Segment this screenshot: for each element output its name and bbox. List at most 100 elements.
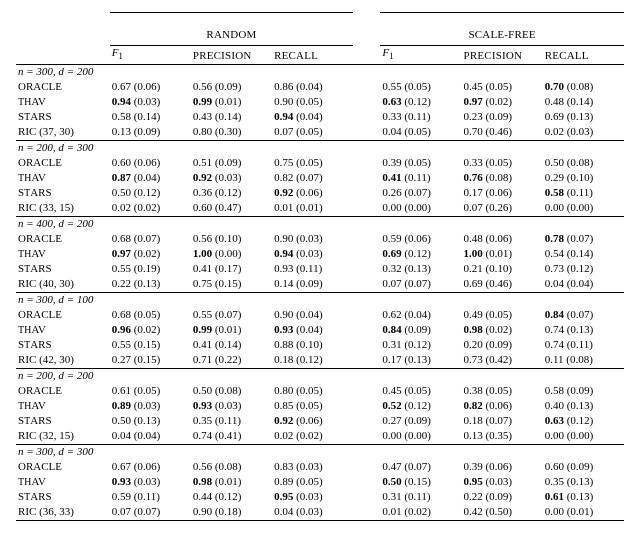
cell-value: 0.14 (0.09) bbox=[272, 277, 353, 293]
cell-value: 0.39 (0.05) bbox=[380, 156, 461, 171]
col-precision-left: PRECISION bbox=[191, 46, 272, 65]
cell-value: 1.00 (0.00) bbox=[191, 247, 272, 262]
cell-value: 0.39 (0.06) bbox=[462, 460, 543, 475]
block-title-row: n = 200, d = 300 bbox=[16, 141, 624, 157]
cell-value: 0.99 (0.01) bbox=[191, 323, 272, 338]
cell-value: 0.58 (0.11) bbox=[543, 186, 624, 201]
cell-value: 0.78 (0.07) bbox=[543, 232, 624, 247]
cell-value: 0.38 (0.05) bbox=[462, 384, 543, 399]
cell-value: 0.68 (0.05) bbox=[110, 308, 191, 323]
cell-value: 0.80 (0.30) bbox=[191, 125, 272, 141]
col-f1-right: F1 bbox=[380, 46, 461, 65]
cell-value: 0.47 (0.07) bbox=[380, 460, 461, 475]
cell-value: 0.82 (0.06) bbox=[462, 399, 543, 414]
super-header-row: RANDOM SCALE-FREE bbox=[16, 28, 624, 46]
row-label: THAV bbox=[16, 171, 110, 186]
cell-value: 0.17 (0.06) bbox=[462, 186, 543, 201]
cell-value: 0.56 (0.09) bbox=[191, 80, 272, 95]
table-row: ORACLE0.68 (0.05)0.55 (0.07)0.90 (0.04)0… bbox=[16, 308, 624, 323]
row-label: THAV bbox=[16, 247, 110, 262]
table-row: RIC (32, 15)0.04 (0.04)0.74 (0.41)0.02 (… bbox=[16, 429, 624, 445]
cell-value: 0.00 (0.00) bbox=[543, 429, 624, 445]
cell-value: 0.33 (0.11) bbox=[380, 110, 461, 125]
table-row: STARS0.55 (0.15)0.41 (0.14)0.88 (0.10)0.… bbox=[16, 338, 624, 353]
cell-value: 0.74 (0.13) bbox=[543, 323, 624, 338]
cell-value: 0.50 (0.08) bbox=[191, 384, 272, 399]
cell-value: 0.04 (0.04) bbox=[543, 277, 624, 293]
super-head-scalefree: SCALE-FREE bbox=[468, 29, 535, 41]
table-row: RIC (37, 30)0.13 (0.09)0.80 (0.30)0.07 (… bbox=[16, 125, 624, 141]
cell-value: 0.75 (0.15) bbox=[191, 277, 272, 293]
super-head-random: RANDOM bbox=[206, 29, 256, 41]
row-label: RIC (42, 30) bbox=[16, 353, 110, 369]
cell-value: 0.56 (0.10) bbox=[191, 232, 272, 247]
cell-value: 0.95 (0.03) bbox=[462, 475, 543, 490]
cell-value: 0.90 (0.18) bbox=[191, 505, 272, 521]
cell-value: 0.93 (0.03) bbox=[110, 475, 191, 490]
cell-value: 0.69 (0.46) bbox=[462, 277, 543, 293]
table-row: THAV0.89 (0.03)0.93 (0.03)0.85 (0.05)0.5… bbox=[16, 399, 624, 414]
table-row: THAV0.97 (0.02)1.00 (0.00)0.94 (0.03)0.6… bbox=[16, 247, 624, 262]
cell-value: 0.20 (0.09) bbox=[462, 338, 543, 353]
cell-value: 0.36 (0.12) bbox=[191, 186, 272, 201]
col-f1-left: F1 bbox=[110, 46, 191, 65]
row-label: RIC (32, 15) bbox=[16, 429, 110, 445]
cell-value: 0.02 (0.03) bbox=[543, 125, 624, 141]
cell-value: 0.35 (0.13) bbox=[543, 475, 624, 490]
table-row: ORACLE0.61 (0.05)0.50 (0.08)0.80 (0.05)0… bbox=[16, 384, 624, 399]
row-label: ORACLE bbox=[16, 384, 110, 399]
cell-value: 0.31 (0.11) bbox=[380, 490, 461, 505]
cell-value: 0.97 (0.02) bbox=[462, 95, 543, 110]
cell-value: 0.82 (0.07) bbox=[272, 171, 353, 186]
row-label: ORACLE bbox=[16, 232, 110, 247]
cell-value: 0.50 (0.15) bbox=[380, 475, 461, 490]
cell-value: 0.00 (0.00) bbox=[543, 201, 624, 217]
row-label: STARS bbox=[16, 262, 110, 277]
cell-value: 0.07 (0.05) bbox=[272, 125, 353, 141]
row-label: ORACLE bbox=[16, 156, 110, 171]
table-row: RIC (42, 30)0.27 (0.15)0.71 (0.22)0.18 (… bbox=[16, 353, 624, 369]
row-label: RIC (36, 33) bbox=[16, 505, 110, 521]
cell-value: 0.18 (0.12) bbox=[272, 353, 353, 369]
cell-value: 0.94 (0.03) bbox=[110, 95, 191, 110]
cell-value: 0.89 (0.03) bbox=[110, 399, 191, 414]
cell-value: 1.00 (0.01) bbox=[462, 247, 543, 262]
cell-value: 0.93 (0.03) bbox=[191, 399, 272, 414]
cell-value: 0.27 (0.09) bbox=[380, 414, 461, 429]
row-label: RIC (37, 30) bbox=[16, 125, 110, 141]
block-title-row: n = 300, d = 300 bbox=[16, 445, 624, 461]
cell-value: 0.00 (0.01) bbox=[543, 505, 624, 521]
block-title-row: n = 300, d = 100 bbox=[16, 293, 624, 309]
cell-value: 0.69 (0.12) bbox=[380, 247, 461, 262]
cell-value: 0.88 (0.10) bbox=[272, 338, 353, 353]
cell-value: 0.67 (0.06) bbox=[110, 80, 191, 95]
block-title: n = 200, d = 200 bbox=[18, 370, 93, 382]
cell-value: 0.68 (0.07) bbox=[110, 232, 191, 247]
cell-value: 0.94 (0.04) bbox=[272, 110, 353, 125]
cell-value: 0.52 (0.12) bbox=[380, 399, 461, 414]
row-label: THAV bbox=[16, 95, 110, 110]
cell-value: 0.60 (0.06) bbox=[110, 156, 191, 171]
cell-value: 0.90 (0.04) bbox=[272, 308, 353, 323]
cell-value: 0.18 (0.07) bbox=[462, 414, 543, 429]
table-row: STARS0.55 (0.19)0.41 (0.17)0.93 (0.11)0.… bbox=[16, 262, 624, 277]
cell-value: 0.55 (0.19) bbox=[110, 262, 191, 277]
cell-value: 0.40 (0.13) bbox=[543, 399, 624, 414]
cell-value: 0.13 (0.35) bbox=[462, 429, 543, 445]
cell-value: 0.61 (0.13) bbox=[543, 490, 624, 505]
cell-value: 0.84 (0.09) bbox=[380, 323, 461, 338]
cell-value: 0.29 (0.10) bbox=[543, 171, 624, 186]
cell-value: 0.00 (0.00) bbox=[380, 429, 461, 445]
cell-value: 0.07 (0.07) bbox=[110, 505, 191, 521]
cell-value: 0.60 (0.09) bbox=[543, 460, 624, 475]
cell-value: 0.87 (0.04) bbox=[110, 171, 191, 186]
block-title: n = 400, d = 200 bbox=[18, 218, 93, 230]
cell-value: 0.59 (0.11) bbox=[110, 490, 191, 505]
table-row: ORACLE0.68 (0.07)0.56 (0.10)0.90 (0.03)0… bbox=[16, 232, 624, 247]
cell-value: 0.71 (0.22) bbox=[191, 353, 272, 369]
sub-header-row: F1 PRECISION RECALL F1 PRECISION RECALL bbox=[16, 46, 624, 65]
cell-value: 0.45 (0.05) bbox=[462, 80, 543, 95]
cell-value: 0.98 (0.01) bbox=[191, 475, 272, 490]
cell-value: 0.94 (0.03) bbox=[272, 247, 353, 262]
cell-value: 0.96 (0.02) bbox=[110, 323, 191, 338]
